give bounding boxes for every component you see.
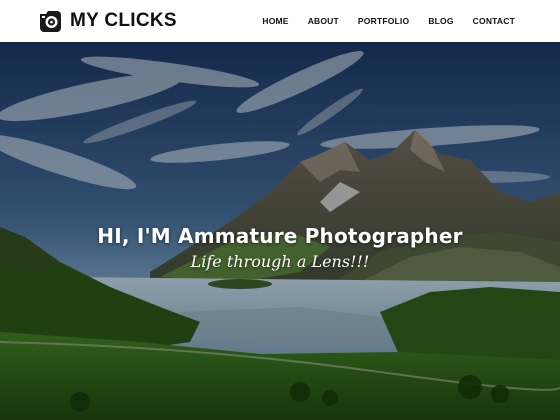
nav-blog[interactable]: BLOG [428, 16, 453, 26]
main-nav: HOME ABOUT PORTFOLIO BLOG CONTACT [243, 0, 515, 42]
hero-section: HI, I'M Ammature Photographer Life throu… [0, 42, 560, 420]
top-navbar: MY CLICKS HOME ABOUT PORTFOLIO BLOG CONT… [0, 0, 560, 42]
nav-portfolio[interactable]: PORTFOLIO [358, 16, 409, 26]
brand-logo-link[interactable]: MY CLICKS [37, 7, 177, 35]
hero-subtitle: Life through a Lens!!! [190, 252, 370, 271]
camera-logo-icon [40, 11, 61, 32]
nav-contact[interactable]: CONTACT [473, 16, 515, 26]
brand-name: MY CLICKS [70, 10, 177, 31]
hero-text-block: HI, I'M Ammature Photographer Life throu… [0, 224, 560, 271]
nav-about[interactable]: ABOUT [308, 16, 339, 26]
hero-title: HI, I'M Ammature Photographer [97, 224, 463, 248]
nav-home[interactable]: HOME [262, 16, 288, 26]
